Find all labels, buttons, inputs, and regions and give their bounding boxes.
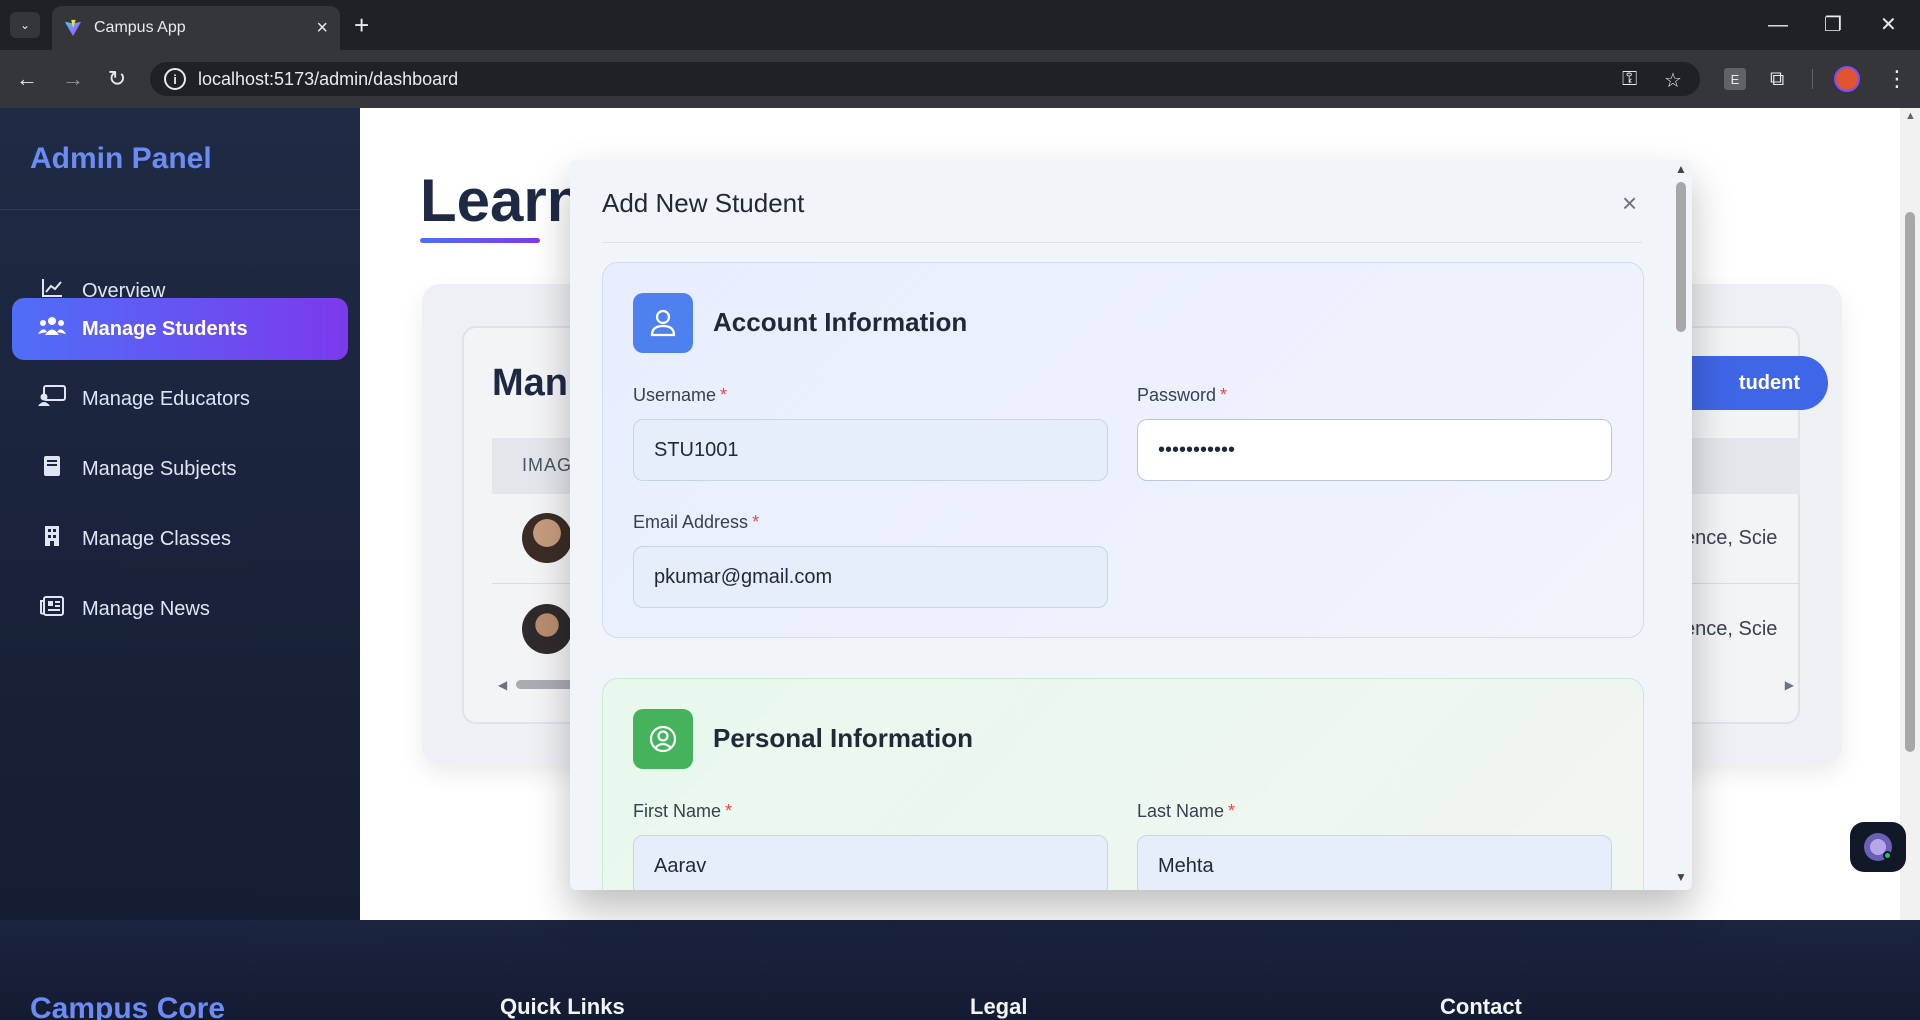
page-viewport: Admin Panel Overview Manage Students Man… <box>0 108 1920 1020</box>
label-text: First Name <box>633 801 722 821</box>
extension-e-icon[interactable]: E <box>1724 68 1746 90</box>
scroll-up-icon[interactable]: ▲ <box>1675 162 1687 176</box>
student-avatar <box>522 513 572 563</box>
required-marker: * <box>720 385 728 405</box>
page-heading: Learn <box>420 167 584 234</box>
modal-title: Add New Student <box>602 188 805 218</box>
browser-toolbar: ← → ↻ i localhost:5173/admin/dashboard ⚿… <box>0 50 1920 108</box>
url-text[interactable]: localhost:5173/admin/dashboard <box>198 69 458 90</box>
reload-icon[interactable]: ↻ <box>102 64 132 94</box>
modal-scroll-thumb[interactable] <box>1676 182 1686 332</box>
modal-scrollbar[interactable]: ▲ ▼ <box>1670 160 1692 890</box>
sidebar-item-label: Manage News <box>82 597 210 620</box>
profile-avatar[interactable] <box>1834 66 1860 92</box>
first-name-input[interactable]: Aarav <box>633 835 1108 890</box>
restore-icon[interactable]: ❐ <box>1824 10 1842 40</box>
chalkboard-teacher-icon <box>38 385 66 413</box>
required-marker: * <box>725 801 733 821</box>
sidebar-item-label: Manage Students <box>82 317 248 340</box>
section-heading: Personal Information <box>713 723 974 753</box>
scroll-right-icon[interactable]: ▶ <box>1785 678 1794 692</box>
page-scrollbar[interactable]: ▲ <box>1900 108 1920 920</box>
minimize-icon[interactable]: — <box>1768 10 1788 40</box>
address-bar[interactable]: i localhost:5173/admin/dashboard ⚿ ☆ <box>150 62 1700 96</box>
browser-menu-icon[interactable]: ⋮ <box>1886 64 1908 94</box>
footer-heading-legal: Legal <box>970 994 1028 1019</box>
sidebar-item-label: Manage Educators <box>82 387 250 410</box>
book-icon <box>38 455 66 483</box>
last-name-label: Last Name * <box>1137 801 1235 822</box>
users-icon <box>38 316 66 342</box>
password-input[interactable]: ••••••••••• <box>1137 419 1612 481</box>
column-header-image: IMAG <box>522 455 573 475</box>
online-status-dot <box>1883 851 1892 860</box>
browser-tab-bar: ⌄ Campus App × + — ❐ ✕ <box>0 0 1920 50</box>
toolbar-separator <box>1812 69 1813 89</box>
email-label: Email Address * <box>633 512 759 533</box>
back-icon[interactable]: ← <box>12 64 42 94</box>
site-info-icon[interactable]: i <box>164 68 186 90</box>
scroll-left-icon[interactable]: ◀ <box>498 678 507 692</box>
site-footer: Campus Core Quick Links Legal Contact <box>0 920 1920 1020</box>
sidebar-item-label: Manage Classes <box>82 527 231 550</box>
scroll-thumb[interactable] <box>516 680 576 689</box>
admin-sidebar: Admin Panel Overview Manage Students Man… <box>0 108 360 920</box>
browser-tab[interactable]: Campus App × <box>52 6 340 50</box>
students-card-title: Man <box>492 362 568 404</box>
heading-underline <box>420 238 540 243</box>
first-name-label: First Name * <box>633 801 732 822</box>
sidebar-item-manage-students[interactable]: Manage Students <box>12 298 348 360</box>
sidebar-item-manage-educators[interactable]: Manage Educators <box>12 368 348 430</box>
sidebar-item-label: Manage Subjects <box>82 457 237 480</box>
tab-search-button[interactable]: ⌄ <box>10 12 40 38</box>
sidebar-item-manage-classes[interactable]: Manage Classes <box>12 508 348 570</box>
label-text: Username <box>633 385 717 405</box>
sidebar-item-manage-news[interactable]: Manage News <box>12 578 348 640</box>
label-text: Password <box>1137 385 1217 405</box>
password-key-icon[interactable]: ⚿ <box>1622 68 1637 91</box>
page-scroll-thumb[interactable] <box>1905 212 1915 752</box>
required-marker: * <box>1220 385 1228 405</box>
required-marker: * <box>1228 801 1236 821</box>
footer-heading-contact: Contact <box>1440 994 1522 1019</box>
chatbot-button[interactable] <box>1850 822 1906 872</box>
label-text: Last Name <box>1137 801 1225 821</box>
personal-information-section: Personal Information First Name * Aarav L… <box>602 678 1644 890</box>
window-close-icon[interactable]: ✕ <box>1880 10 1897 40</box>
scroll-up-icon[interactable]: ▲ <box>1905 110 1916 122</box>
sidebar-item-manage-subjects[interactable]: Manage Subjects <box>12 438 348 500</box>
user-icon <box>633 293 693 353</box>
username-input[interactable]: STU1001 <box>633 419 1108 481</box>
table-cell-subjects: ence, Scie <box>1684 618 1778 640</box>
extensions-puzzle-icon[interactable]: ⧉ <box>1770 64 1784 94</box>
last-name-input[interactable]: Mehta <box>1137 835 1612 890</box>
tab-close-icon[interactable]: × <box>316 18 328 38</box>
footer-brand: Campus Core <box>30 992 226 1020</box>
building-icon <box>38 525 66 553</box>
student-avatar <box>522 604 572 654</box>
password-label: Password * <box>1137 385 1227 406</box>
section-heading: Account Information <box>713 307 968 337</box>
add-student-modal: Add New Student × Account Information Us… <box>570 160 1692 890</box>
forward-icon[interactable]: → <box>58 64 88 94</box>
footer-heading-quick-links: Quick Links <box>500 994 625 1019</box>
new-tab-button[interactable]: + <box>354 10 369 40</box>
username-label: Username * <box>633 385 727 406</box>
close-icon[interactable]: × <box>1622 188 1637 218</box>
bookmark-star-icon[interactable]: ☆ <box>1664 68 1682 93</box>
label-text: Email Address <box>633 512 749 532</box>
table-cell-subjects: ence, Scie <box>1684 527 1778 549</box>
user-circle-icon <box>633 709 693 769</box>
required-marker: * <box>752 512 760 532</box>
sidebar-divider <box>0 209 360 210</box>
tab-title: Campus App <box>94 19 186 36</box>
sidebar-title: Admin Panel <box>30 142 212 175</box>
account-information-section: Account Information Username * STU1001 Pa… <box>602 262 1644 638</box>
modal-divider <box>602 242 1642 243</box>
email-input[interactable]: pkumar@gmail.com <box>633 546 1108 608</box>
scroll-down-icon[interactable]: ▼ <box>1675 870 1687 884</box>
vite-favicon-icon <box>64 19 82 37</box>
newspaper-icon <box>38 596 66 622</box>
